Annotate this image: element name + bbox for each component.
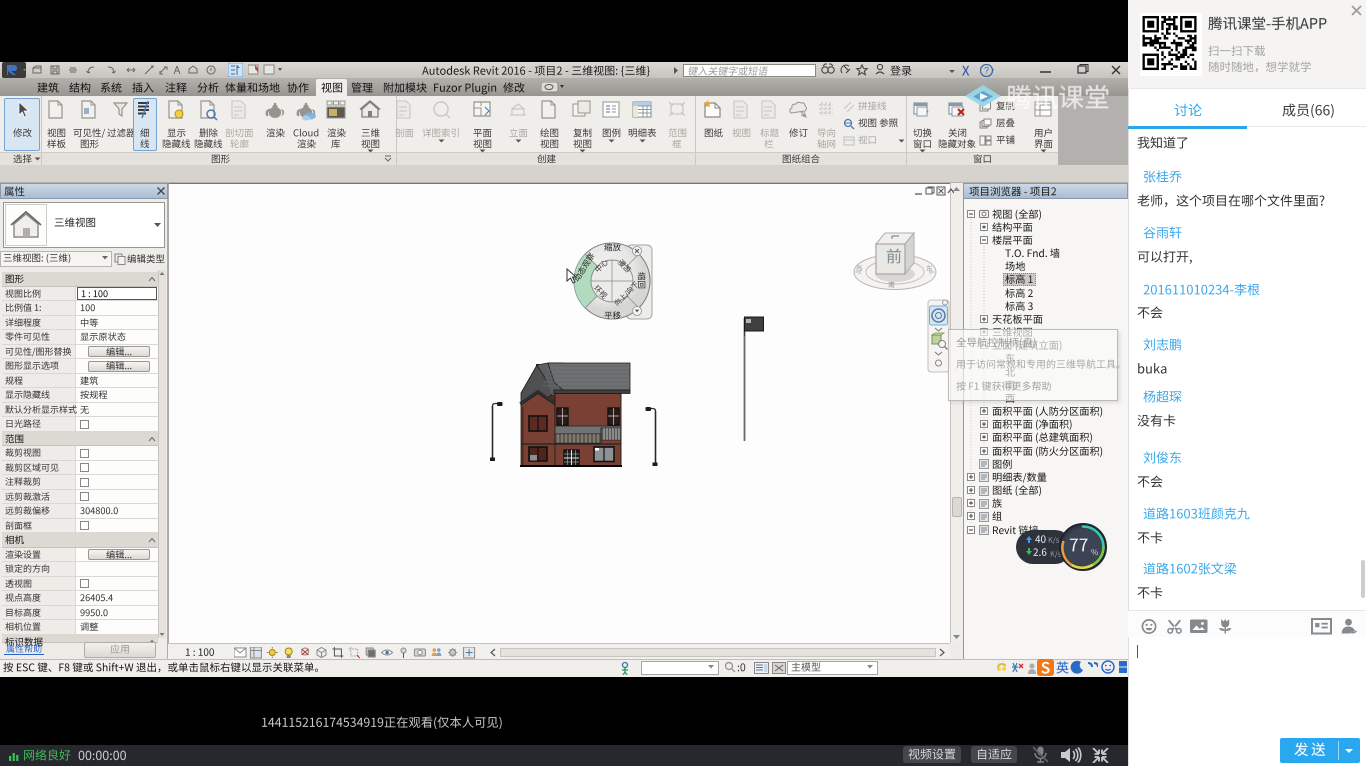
svg-text:?: ? — [984, 66, 989, 76]
